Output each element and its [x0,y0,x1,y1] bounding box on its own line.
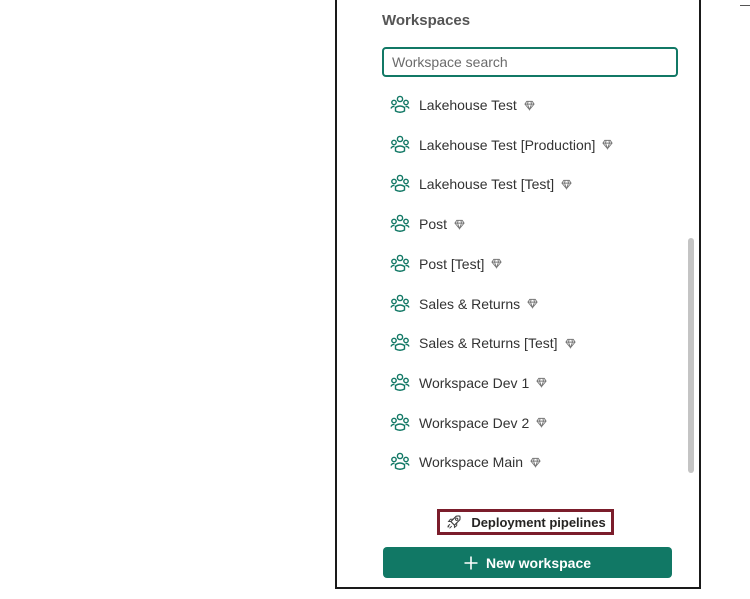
new-workspace-label: New workspace [485,554,592,571]
workspace-list-item[interactable]: Lakehouse Test [Test] [389,169,572,199]
diamond-icon [536,418,547,429]
workspace-list-item[interactable]: Sales & Returns [389,289,538,319]
workspace-list-item[interactable]: Lakehouse Test [389,90,535,120]
diamond-icon [564,338,576,349]
workspace-icon [390,135,410,153]
workspace-list-item[interactable]: Post [Test] [389,249,503,279]
plus-icon [464,556,478,569]
workspace-list-item[interactable]: Workspace Dev 2 [389,408,547,438]
window-edge-tick [740,5,750,6]
rocket-icon [447,515,461,529]
panel-title: Workspaces [382,12,471,29]
deployment-pipelines-label: Deployment pipelines [471,514,606,530]
diamond-icon [527,298,538,309]
workspace-name: Workspace Dev 2 [419,414,530,431]
workspaces-panel: Workspaces Lakehouse Test [335,0,701,589]
diamond-icon [524,100,535,111]
workspace-name: Post [Test] [419,255,485,272]
workspace-icon [390,413,410,431]
workspace-icon [390,175,410,193]
workspace-list-item[interactable]: Workspace Dev 1 [389,368,547,398]
scrollbar-thumb[interactable] [688,238,694,473]
workspace-list: Lakehouse Test Lakehouse Test [Productio… [337,86,687,494]
scrollbar[interactable] [688,86,694,494]
workspace-icon [390,214,410,233]
diamond-icon [530,457,541,468]
workspace-icon [390,373,410,391]
workspace-name: Workspace Dev 1 [419,374,530,391]
workspace-list-item[interactable]: Lakehouse Test [Production] [389,130,614,160]
workspace-icon [390,254,410,272]
workspace-name: Sales & Returns [Test] [419,335,558,352]
workspace-list-item[interactable]: Sales & Returns [Test] [389,328,576,358]
workspace-search-input[interactable] [382,47,678,77]
workspace-icon [390,452,410,471]
workspace-name: Sales & Returns [419,295,521,312]
diamond-icon [561,179,572,190]
workspace-icon [390,294,410,312]
workspace-icon [390,333,410,352]
workspace-icon [390,95,410,113]
workspace-name: Post [419,216,448,233]
deployment-pipelines-button[interactable]: Deployment pipelines [437,509,614,535]
workspace-list-item[interactable]: Workspace Main [389,447,541,477]
workspace-name: Lakehouse Test [419,97,517,113]
new-workspace-button[interactable]: New workspace [383,547,672,578]
workspace-name: Lakehouse Test [Test] [419,176,555,193]
workspace-list-item[interactable]: Post [389,209,465,239]
diamond-icon [536,378,547,389]
diamond-icon [454,219,465,230]
workspace-name: Workspace Main [419,454,524,471]
workspace-name: Lakehouse Test [Production] [419,136,596,153]
diamond-icon [602,140,614,151]
diamond-icon [491,259,503,270]
